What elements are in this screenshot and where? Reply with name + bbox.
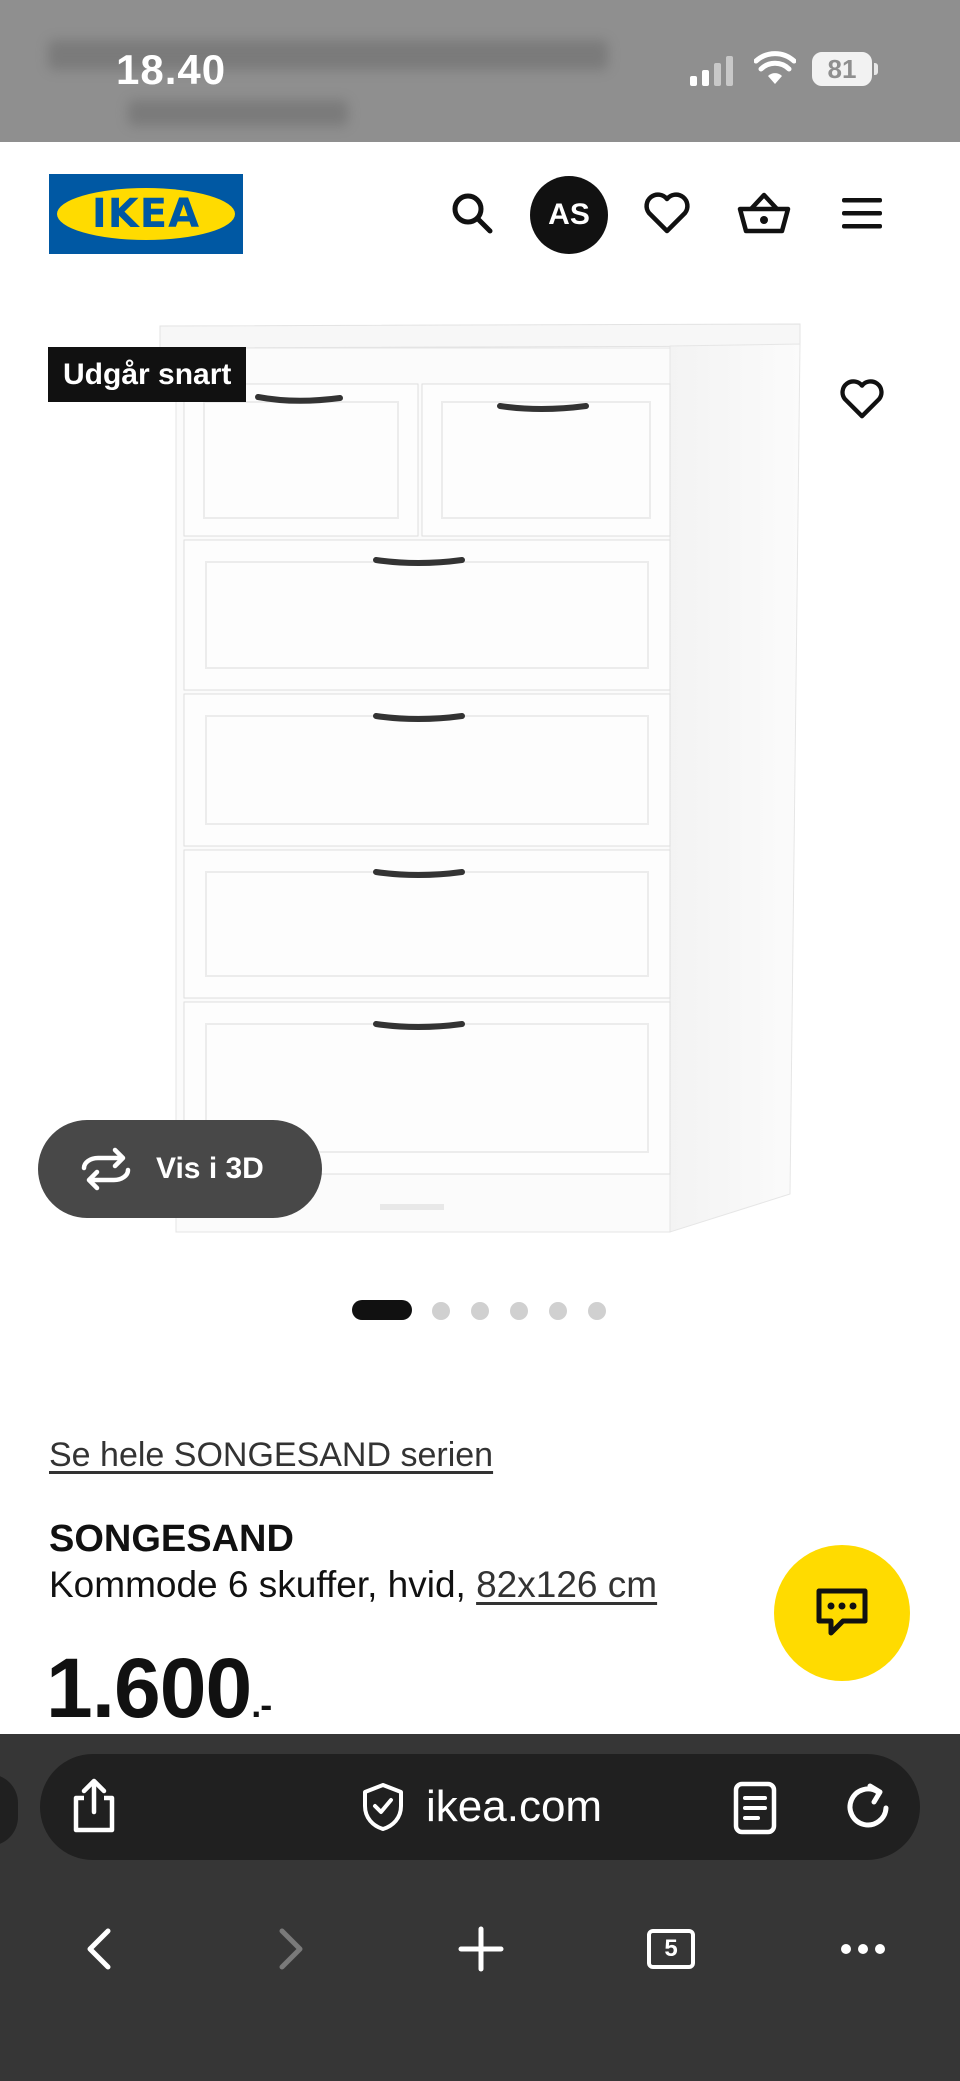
carousel-dot[interactable]: [588, 1302, 606, 1320]
tabs-overview-button[interactable]: 5: [636, 1914, 706, 1984]
security-shield-icon: [363, 1783, 403, 1831]
carousel-dot-active[interactable]: [352, 1300, 412, 1320]
cellular-signal-icon: [690, 56, 733, 86]
address-bar[interactable]: ikea.com: [40, 1754, 920, 1860]
carousel-dot[interactable]: [549, 1302, 567, 1320]
shopping-basket-icon[interactable]: [734, 183, 794, 243]
url-text[interactable]: ikea.com: [426, 1754, 602, 1860]
product-description: Kommode 6 skuffer, hvid, 82x126 cm: [49, 1564, 657, 1606]
back-chevron-icon[interactable]: [64, 1914, 134, 1984]
search-icon[interactable]: [442, 183, 502, 243]
more-options-icon[interactable]: [828, 1914, 898, 1984]
chat-support-button[interactable]: [774, 1545, 910, 1681]
rotate-3d-icon: [81, 1147, 131, 1191]
new-tab-plus-icon[interactable]: [446, 1914, 516, 1984]
product-price: 1.600.-: [46, 1640, 272, 1737]
wifi-icon: [754, 51, 796, 84]
status-time: 18.40: [116, 46, 227, 93]
carousel-dot[interactable]: [471, 1302, 489, 1320]
site-header: IKEA AS: [0, 142, 960, 284]
forward-chevron-icon[interactable]: [256, 1914, 326, 1984]
product-image-gallery[interactable]: Udgår snart Vis i 3D: [0, 284, 960, 1320]
view-in-3d-button[interactable]: Vis i 3D: [38, 1120, 322, 1218]
carousel-dot[interactable]: [510, 1302, 528, 1320]
tab-count: 5: [647, 1929, 695, 1969]
product-description-text: Kommode 6 skuffer, hvid,: [49, 1564, 477, 1605]
status-bar: 18.40 81: [0, 0, 960, 142]
battery-indicator: 81: [812, 52, 878, 86]
reader-mode-icon[interactable]: [730, 1780, 780, 1836]
product-name: SONGESAND: [49, 1518, 294, 1560]
view-in-3d-label: Vis i 3D: [156, 1152, 264, 1185]
image-carousel-indicator[interactable]: [352, 1298, 612, 1322]
favorites-heart-icon[interactable]: [637, 183, 697, 243]
ikea-logo[interactable]: IKEA: [49, 174, 243, 254]
previous-tab-edge[interactable]: [0, 1774, 18, 1846]
price-suffix: .-: [251, 1684, 272, 1725]
reload-icon[interactable]: [840, 1778, 896, 1836]
product-dimensions-link[interactable]: 82x126 cm: [476, 1564, 657, 1605]
share-icon[interactable]: [64, 1776, 124, 1836]
logo-text: IKEA: [91, 191, 201, 237]
add-to-favorites-heart-icon[interactable]: [832, 369, 892, 429]
discontinued-badge: Udgår snart: [48, 347, 247, 402]
browser-toolbar: ikea.com 5: [0, 1734, 960, 2081]
price-value: 1.600: [46, 1641, 252, 1735]
battery-level: 81: [827, 54, 857, 84]
user-avatar[interactable]: AS: [530, 176, 608, 254]
series-link[interactable]: Se hele SONGESAND serien: [49, 1436, 493, 1475]
menu-hamburger-icon[interactable]: [832, 183, 892, 243]
chat-bubble-icon: [816, 1588, 868, 1636]
carousel-dot[interactable]: [432, 1302, 450, 1320]
